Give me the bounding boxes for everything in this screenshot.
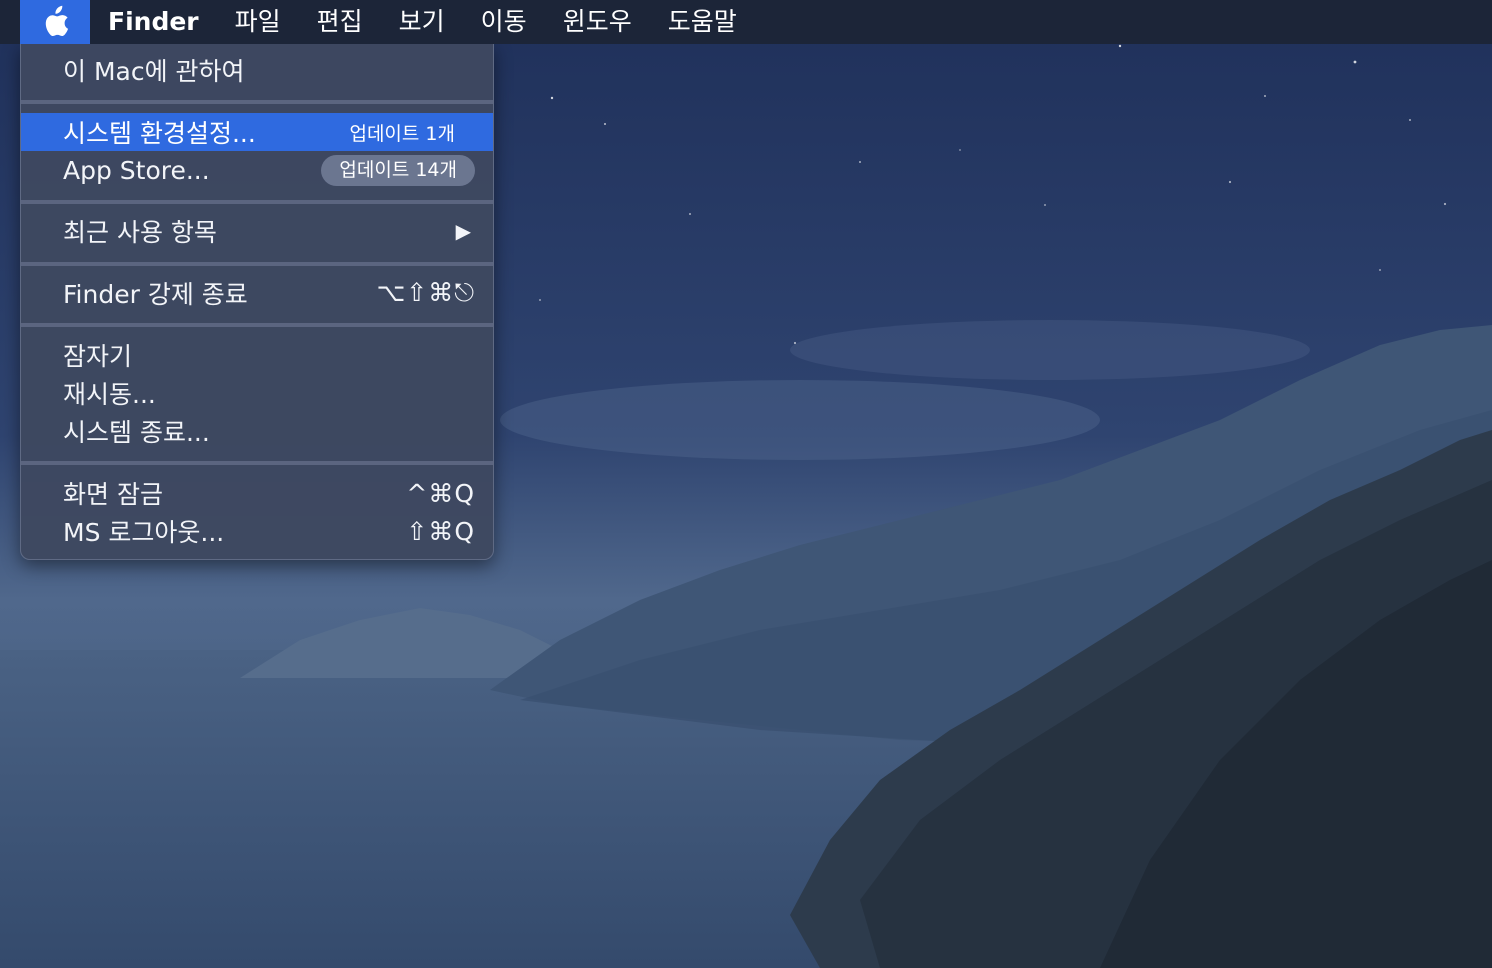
update-badge: 업데이트 1개 [349, 122, 455, 145]
menubar-item-view[interactable]: 보기 [381, 0, 463, 44]
menu-item-label: 시스템 환경설정... [63, 119, 256, 148]
menu-item-restart[interactable]: 재시동... [21, 374, 493, 412]
keyboard-shortcut: ^⌘Q [406, 478, 475, 508]
menu-item-label: 잠자기 [63, 342, 133, 371]
menubar-item-file[interactable]: 파일 [217, 0, 299, 44]
menu-item-recent-items[interactable]: 최근 사용 항목 ▶ [21, 212, 493, 250]
menu-item-label: 화면 잠금 [63, 480, 163, 509]
menubar-item-edit[interactable]: 편집 [299, 0, 381, 44]
menu-divider [21, 200, 493, 204]
menu-item-label: 재시동... [63, 380, 156, 409]
menu-item-label: Finder 강제 종료 [63, 280, 248, 309]
menubar-item-window[interactable]: 윈도우 [545, 0, 650, 44]
apple-menu-dropdown: 이 Mac에 관하여 시스템 환경설정... 업데이트 1개 App Store… [20, 44, 494, 560]
menu-item-app-store[interactable]: App Store... 업데이트 14개 [21, 151, 493, 189]
apple-logo-icon [45, 5, 69, 37]
menu-item-label: MS 로그아웃... [63, 518, 225, 547]
menu-divider [21, 100, 493, 104]
menu-item-shutdown[interactable]: 시스템 종료... [21, 412, 493, 450]
menu-item-label: App Store... [63, 155, 210, 185]
menu-item-sleep[interactable]: 잠자기 [21, 336, 493, 374]
keyboard-shortcut: ⇧⌘Q [406, 516, 475, 546]
menubar-item-go[interactable]: 이동 [463, 0, 545, 44]
menu-divider [21, 323, 493, 327]
submenu-arrow-icon: ▶ [455, 219, 471, 243]
menubar-item-help[interactable]: 도움말 [650, 0, 755, 44]
menu-item-label: 최근 사용 항목 [63, 218, 217, 247]
menu-item-label: 시스템 종료... [63, 418, 210, 447]
menubar-item-finder[interactable]: Finder [90, 0, 217, 44]
menu-item-system-preferences[interactable]: 시스템 환경설정... 업데이트 1개 [21, 113, 493, 151]
keyboard-shortcut: ⌥⇧⌘⎋ [376, 278, 475, 307]
menu-item-about-this-mac[interactable]: 이 Mac에 관하여 [21, 51, 493, 89]
menu-item-label: 이 Mac에 관하여 [63, 57, 245, 86]
update-badge: 업데이트 14개 [321, 154, 475, 186]
menu-item-lock-screen[interactable]: 화면 잠금 ^⌘Q [21, 474, 493, 512]
menu-item-logout[interactable]: MS 로그아웃... ⇧⌘Q [21, 512, 493, 550]
menu-bar: Finder 파일 편집 보기 이동 윈도우 도움말 [0, 0, 1492, 44]
menu-divider [21, 461, 493, 465]
desktop: Finder 파일 편집 보기 이동 윈도우 도움말 이 Mac에 관하여 시스… [0, 0, 1492, 968]
apple-menu-button[interactable] [20, 0, 90, 44]
menu-divider [21, 262, 493, 266]
menu-item-force-quit[interactable]: Finder 강제 종료 ⌥⇧⌘⎋ [21, 274, 493, 312]
